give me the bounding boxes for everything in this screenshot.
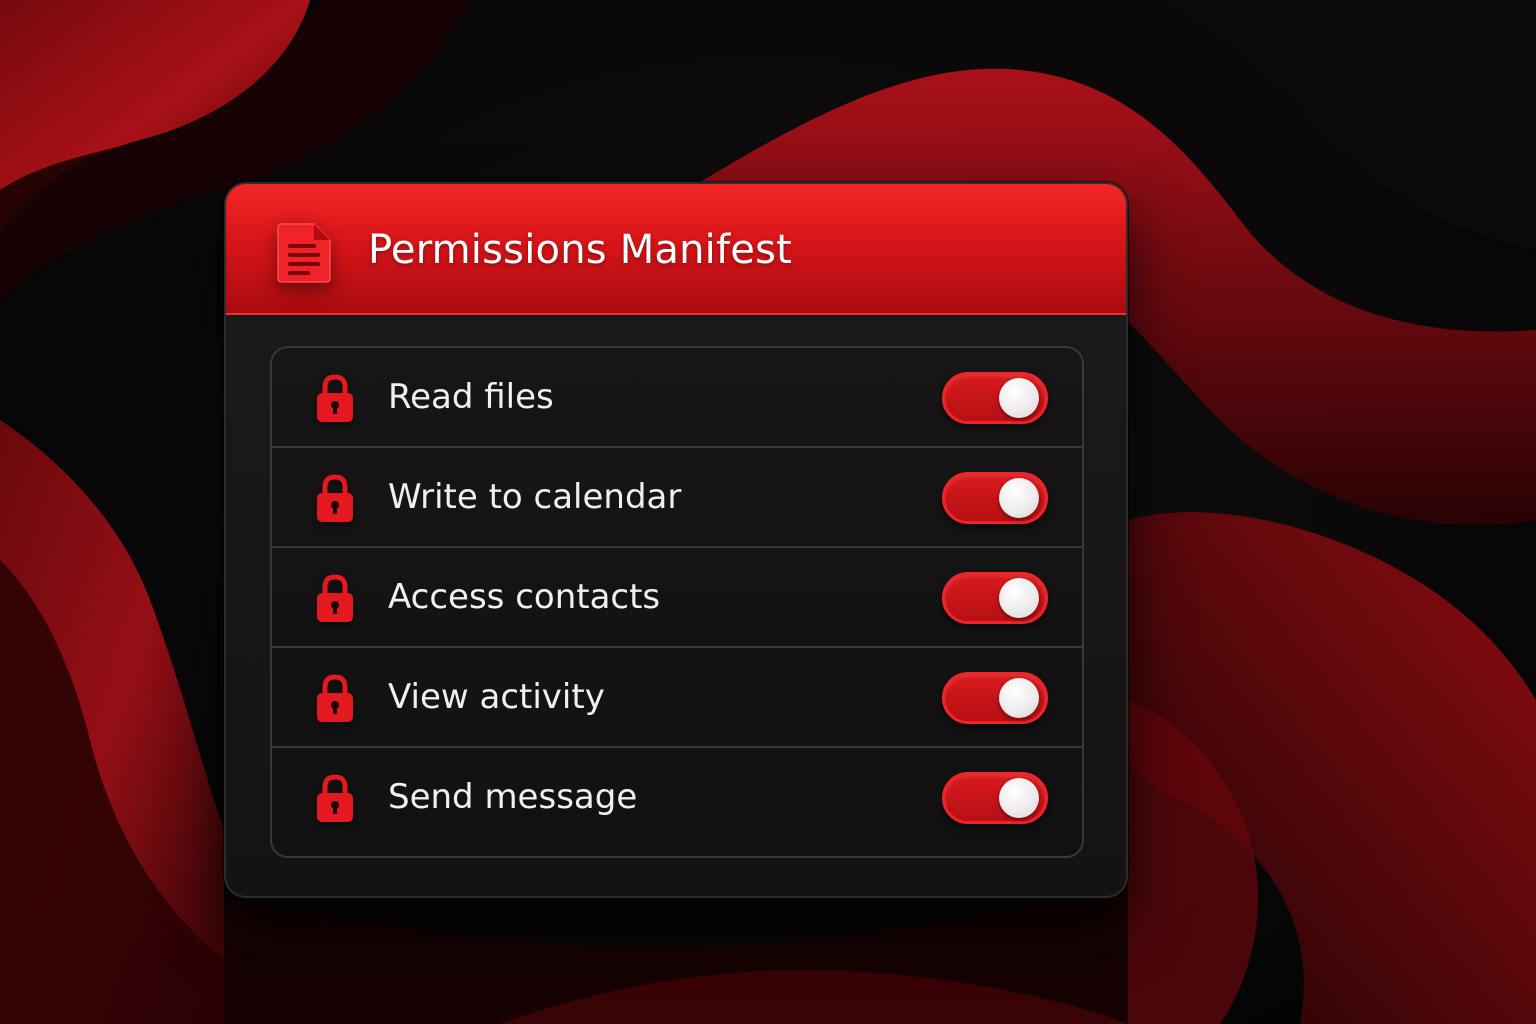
permission-toggle-read-files[interactable] bbox=[942, 372, 1048, 424]
lock-icon bbox=[317, 574, 353, 622]
lock-icon bbox=[317, 474, 353, 522]
permissions-panel: Permissions Manifest Read files Write to… bbox=[224, 182, 1128, 898]
panel-header: Permissions Manifest bbox=[226, 184, 1126, 315]
permission-row-access-contacts: Access contacts bbox=[272, 548, 1082, 648]
permission-row-write-to-calendar: Write to calendar bbox=[272, 448, 1082, 548]
permission-toggle-access-contacts[interactable] bbox=[942, 572, 1048, 624]
toggle-knob bbox=[999, 378, 1039, 418]
background-stage: Permissions Manifest Read files Write to… bbox=[0, 0, 1536, 1024]
lock-icon bbox=[317, 774, 353, 822]
panel-title: Permissions Manifest bbox=[368, 227, 792, 273]
toggle-knob bbox=[999, 478, 1039, 518]
permission-row-send-message: Send message bbox=[272, 748, 1082, 848]
document-icon bbox=[277, 223, 331, 283]
toggle-knob bbox=[999, 778, 1039, 818]
permission-toggle-write-to-calendar[interactable] bbox=[942, 472, 1048, 524]
permission-toggle-view-activity[interactable] bbox=[942, 672, 1048, 724]
permission-label: View activity bbox=[388, 677, 605, 717]
permission-label: Send message bbox=[388, 777, 638, 817]
toggle-knob bbox=[999, 678, 1039, 718]
toggle-knob bbox=[999, 578, 1039, 618]
permission-label: Access contacts bbox=[388, 577, 661, 617]
permissions-list: Read files Write to calendar Access cont… bbox=[270, 346, 1084, 858]
lock-icon bbox=[317, 674, 353, 722]
permission-label: Write to calendar bbox=[388, 477, 682, 517]
permission-row-view-activity: View activity bbox=[272, 648, 1082, 748]
permission-label: Read files bbox=[388, 377, 554, 417]
permission-toggle-send-message[interactable] bbox=[942, 772, 1048, 824]
permission-row-read-files: Read files bbox=[272, 348, 1082, 448]
lock-icon bbox=[317, 374, 353, 422]
